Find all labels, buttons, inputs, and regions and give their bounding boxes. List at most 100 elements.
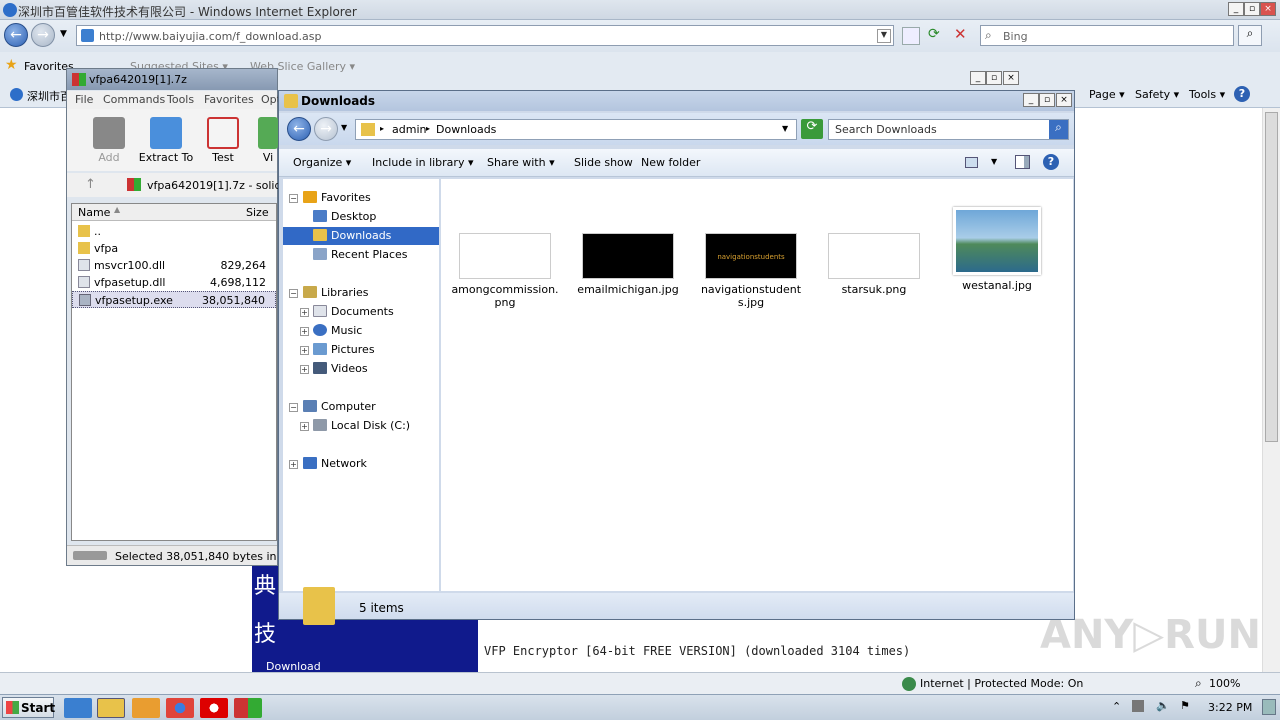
tree-libraries[interactable]: Libraries bbox=[303, 284, 369, 302]
menu-commands[interactable]: Commands bbox=[103, 93, 165, 106]
tools-menu[interactable]: Tools ▾ bbox=[1189, 88, 1225, 101]
stop-icon[interactable]: ✕ bbox=[954, 25, 967, 43]
test-button[interactable]: Test bbox=[205, 117, 241, 164]
taskbar-opera-icon[interactable] bbox=[200, 698, 228, 718]
ie-tab[interactable]: 深圳市百 bbox=[27, 88, 71, 104]
explorer-forward-button[interactable]: → bbox=[314, 117, 338, 141]
expand-icon[interactable]: + bbox=[300, 327, 309, 336]
taskbar-explorer-icon[interactable] bbox=[97, 698, 125, 718]
file-item[interactable]: westanal.jpg bbox=[943, 207, 1051, 292]
list-item[interactable]: vfpasetup.dll 4,698,112 bbox=[72, 274, 276, 291]
back-button[interactable]: ← bbox=[4, 23, 28, 47]
tray-volume-icon[interactable]: 🔈 bbox=[1156, 699, 1170, 712]
clock[interactable]: 3:22 PM bbox=[1208, 701, 1252, 714]
tree-videos[interactable]: Videos bbox=[313, 360, 368, 378]
breadcrumb[interactable]: ▸ admin ▸ Downloads ▼ bbox=[355, 119, 797, 140]
explorer-search-icon[interactable]: ⌕ bbox=[1049, 120, 1068, 139]
list-item-selected[interactable]: vfpasetup.exe 38,051,840 bbox=[72, 291, 276, 308]
sevenzip-close-button[interactable]: × bbox=[1003, 71, 1019, 85]
tree-pictures[interactable]: Pictures bbox=[313, 341, 375, 359]
menu-favorites[interactable]: Favorites bbox=[204, 93, 254, 106]
preview-pane-icon[interactable] bbox=[1015, 155, 1030, 169]
size-column-header[interactable]: Size bbox=[246, 206, 269, 219]
tree-computer[interactable]: Computer bbox=[303, 398, 376, 416]
file-item[interactable]: emailmichigan.jpg bbox=[574, 233, 682, 296]
tree-local-disk[interactable]: Local Disk (C:) bbox=[313, 417, 410, 435]
address-dropdown-icon[interactable]: ▼ bbox=[877, 29, 891, 43]
scroll-thumb[interactable] bbox=[1265, 112, 1278, 442]
search-input[interactable]: ⌕ Bing bbox=[980, 25, 1234, 46]
name-column-header[interactable]: Name bbox=[78, 206, 110, 219]
explorer-minimize-button[interactable]: _ bbox=[1023, 93, 1039, 107]
sevenzip-maximize-button[interactable]: ▫ bbox=[986, 71, 1002, 85]
list-item[interactable]: msvcr100.dll 829,264 bbox=[72, 257, 276, 274]
nav-history-icon[interactable]: ▼ bbox=[341, 123, 347, 132]
vfp-download-text[interactable]: VFP Encryptor [64-bit FREE VERSION] (dow… bbox=[484, 644, 910, 658]
explorer-back-button[interactable]: ← bbox=[287, 117, 311, 141]
file-item[interactable]: navigationstudents navigationstudents.jp… bbox=[697, 233, 805, 309]
tree-downloads[interactable]: Downloads bbox=[283, 227, 439, 245]
list-item[interactable]: .. bbox=[72, 223, 276, 240]
taskbar-7zip-icon[interactable] bbox=[234, 698, 262, 718]
tray-flag-icon[interactable]: ⚑ bbox=[1180, 699, 1190, 712]
tray-arrow-icon[interactable]: ⌃ bbox=[1112, 700, 1121, 713]
explorer-search-input[interactable]: Search Downloads ⌕ bbox=[828, 119, 1069, 140]
expand-icon[interactable]: + bbox=[300, 422, 309, 431]
taskbar-ie-icon[interactable] bbox=[64, 698, 92, 718]
show-desktop-button[interactable] bbox=[1262, 699, 1276, 715]
include-in-library-button[interactable]: Include in library ▾ bbox=[372, 156, 473, 169]
forward-button[interactable]: → bbox=[31, 23, 55, 47]
tree-favorites[interactable]: Favorites bbox=[303, 189, 371, 207]
explorer-refresh-icon[interactable]: ⟳ bbox=[801, 119, 823, 139]
compatibility-icon[interactable]: ​ bbox=[902, 27, 920, 45]
organize-button[interactable]: Organize ▾ bbox=[293, 156, 351, 169]
view-dropdown-icon[interactable]: ▼ bbox=[991, 157, 997, 166]
ie-vertical-scrollbar[interactable] bbox=[1262, 108, 1280, 672]
tree-network[interactable]: Network bbox=[303, 455, 367, 473]
taskbar-chrome-icon[interactable] bbox=[166, 698, 194, 718]
explorer-help-icon[interactable]: ? bbox=[1043, 154, 1059, 170]
extract-to-button[interactable]: Extract To bbox=[137, 117, 195, 164]
tree-documents[interactable]: Documents bbox=[313, 303, 394, 321]
safety-menu[interactable]: Safety ▾ bbox=[1135, 88, 1179, 101]
breadcrumb-admin[interactable]: admin bbox=[392, 123, 426, 136]
expand-icon[interactable]: + bbox=[300, 365, 309, 374]
add-button[interactable]: Add bbox=[89, 117, 129, 164]
view-options-icon[interactable] bbox=[965, 157, 978, 168]
up-folder-icon[interactable]: ↑ bbox=[85, 177, 96, 192]
minimize-button[interactable]: _ bbox=[1228, 2, 1244, 16]
search-button[interactable]: ⌕ bbox=[1238, 25, 1262, 46]
tree-desktop[interactable]: Desktop bbox=[313, 208, 376, 226]
page-menu[interactable]: Page ▾ bbox=[1089, 88, 1125, 101]
help-icon[interactable]: ? bbox=[1234, 86, 1250, 102]
path-text[interactable]: vfpa642019[1].7z - solid 7- bbox=[147, 179, 296, 192]
expand-icon[interactable]: + bbox=[300, 308, 309, 317]
collapse-icon[interactable]: − bbox=[289, 289, 298, 298]
tray-network-icon[interactable] bbox=[1132, 700, 1144, 712]
file-item[interactable]: amongcommission.png bbox=[451, 233, 559, 309]
view-button[interactable]: Vi bbox=[257, 117, 279, 164]
start-button[interactable]: Start bbox=[2, 697, 55, 718]
address-bar[interactable]: http://www.baiyujia.com/f_download.asp ▼ bbox=[76, 25, 894, 46]
recent-pages-dropdown-icon[interactable]: ▼ bbox=[60, 29, 67, 39]
sevenzip-minimize-button[interactable]: _ bbox=[970, 71, 986, 85]
breadcrumb-dropdown-icon[interactable]: ▼ bbox=[782, 124, 788, 133]
expand-icon[interactable]: + bbox=[289, 460, 298, 469]
expand-icon[interactable]: + bbox=[300, 346, 309, 355]
new-folder-button[interactable]: New folder bbox=[641, 156, 700, 169]
zoom-level[interactable]: 100% bbox=[1209, 677, 1240, 690]
refresh-icon[interactable]: ⟳ bbox=[928, 26, 940, 42]
menu-tools[interactable]: Tools bbox=[167, 93, 194, 106]
file-item[interactable]: starsuk.png bbox=[820, 233, 928, 296]
slide-show-button[interactable]: Slide show bbox=[574, 156, 633, 169]
share-with-button[interactable]: Share with ▾ bbox=[487, 156, 555, 169]
breadcrumb-downloads[interactable]: Downloads bbox=[436, 123, 496, 136]
menu-file[interactable]: File bbox=[75, 93, 93, 106]
taskbar-media-icon[interactable] bbox=[132, 698, 160, 718]
explorer-close-button[interactable]: × bbox=[1056, 93, 1072, 107]
maximize-button[interactable]: ▫ bbox=[1244, 2, 1260, 16]
explorer-maximize-button[interactable]: ▫ bbox=[1039, 93, 1055, 107]
list-item[interactable]: vfpa bbox=[72, 240, 276, 257]
tree-music[interactable]: Music bbox=[313, 322, 362, 340]
collapse-icon[interactable]: − bbox=[289, 403, 298, 412]
